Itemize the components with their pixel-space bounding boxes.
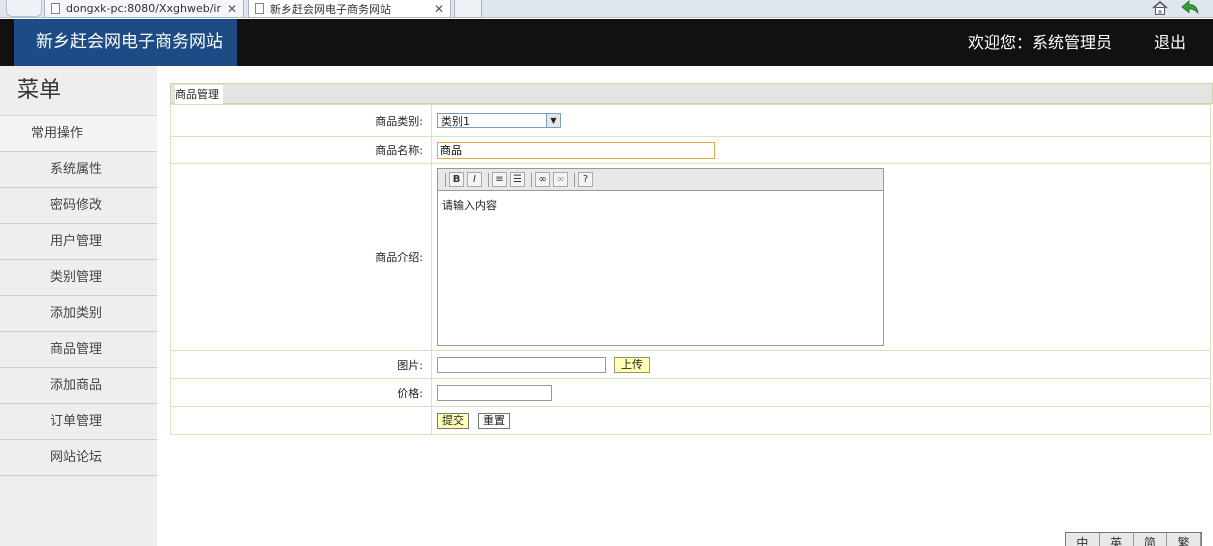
browser-tab-label: 新乡赶会网电子商务网站 <box>270 2 391 16</box>
name-label: 商品名称: <box>170 136 432 164</box>
description-label: 商品介绍: <box>170 163 432 351</box>
sidebar-item-system-properties[interactable]: 系统属性 <box>0 152 157 188</box>
form-row-description: 商品介绍: B I ≡ ☰ ∞ ∞ ? 请输入内容 <box>170 163 1211 351</box>
image-path-input[interactable] <box>437 356 606 373</box>
sidebar-item-order-management[interactable]: 订单管理 <box>0 404 157 440</box>
form-row-image: 图片: 上传 <box>170 350 1211 379</box>
lang-option-en[interactable]: 英 <box>1100 533 1134 546</box>
editor-content[interactable]: 请输入内容 <box>438 191 883 219</box>
menu-title: 菜单 <box>0 66 157 116</box>
browser-tab-blank[interactable] <box>6 0 42 17</box>
bold-icon[interactable]: B <box>449 172 464 187</box>
category-cell: 类别1 ▼ <box>431 104 1211 137</box>
panel-title-bar: 商品管理 <box>170 83 1213 104</box>
help-icon[interactable]: ? <box>578 172 593 187</box>
toolbar-divider <box>445 172 446 187</box>
unordered-list-icon[interactable]: ☰ <box>510 172 525 187</box>
page-icon <box>51 3 60 14</box>
lang-option-zh[interactable]: 中 <box>1066 533 1100 546</box>
browser-tab-1[interactable]: dongxk-pc:8080/Xxghweb/ir ✕ <box>44 0 244 18</box>
browser-tab-2[interactable]: 新乡赶会网电子商务网站 ✕ <box>248 0 451 18</box>
lang-option-simplified[interactable]: 简 <box>1134 533 1168 546</box>
back-arrow-icon[interactable] <box>1180 0 1200 15</box>
sidebar-item-category-management[interactable]: 类别管理 <box>0 260 157 296</box>
form-row-actions: 提交 重置 <box>170 406 1211 435</box>
new-tab-button[interactable] <box>454 0 482 18</box>
price-input[interactable] <box>437 384 552 401</box>
home-icon[interactable] <box>1152 1 1168 15</box>
sidebar-menu: 菜单 常用操作 系统属性 密码修改 用户管理 类别管理 添加类别 商品管理 添加… <box>0 66 157 546</box>
product-name-input[interactable] <box>437 141 715 159</box>
toolbar-divider <box>531 172 532 187</box>
description-cell: B I ≡ ☰ ∞ ∞ ? 请输入内容 <box>431 163 1211 351</box>
language-switcher: 中 英 简 繁 <box>1065 532 1202 546</box>
sidebar-item-user-management[interactable]: 用户管理 <box>0 224 157 260</box>
sidebar-item-product-management[interactable]: 商品管理 <box>0 332 157 368</box>
chevron-down-icon[interactable]: ▼ <box>546 114 560 127</box>
submit-button[interactable]: 提交 <box>437 412 469 429</box>
category-select-value: 类别1 <box>441 114 470 128</box>
lang-option-traditional[interactable]: 繁 <box>1167 533 1201 546</box>
site-header: 新乡赶会网电子商务网站 欢迎您：系统管理员 退出 <box>0 19 1213 66</box>
image-cell: 上传 <box>431 350 1211 379</box>
site-logo[interactable]: 新乡赶会网电子商务网站 <box>14 19 237 66</box>
rich-text-editor[interactable]: B I ≡ ☰ ∞ ∞ ? 请输入内容 <box>437 168 884 346</box>
ordered-list-icon[interactable]: ≡ <box>492 172 507 187</box>
italic-icon[interactable]: I <box>467 172 482 187</box>
link-icon[interactable]: ∞ <box>535 172 550 187</box>
product-form: 商品类别: 类别1 ▼ 商品名称: 商品介绍: B I <box>170 104 1211 435</box>
actions-cell: 提交 重置 <box>431 406 1211 435</box>
category-label: 商品类别: <box>170 104 432 137</box>
logout-link[interactable]: 退出 <box>1154 19 1186 66</box>
price-label: 价格: <box>170 378 432 407</box>
browser-tab-label: dongxk-pc:8080/Xxghweb/ir <box>66 2 221 15</box>
form-row-price: 价格: <box>170 378 1211 407</box>
name-cell <box>431 136 1211 164</box>
form-row-category: 商品类别: 类别1 ▼ <box>170 104 1211 137</box>
tab-close-icon[interactable]: ✕ <box>221 2 237 16</box>
category-select[interactable]: 类别1 ▼ <box>437 113 561 128</box>
unlink-icon[interactable]: ∞ <box>553 172 568 187</box>
panel-title: 商品管理 <box>175 85 223 104</box>
browser-tab-bar: dongxk-pc:8080/Xxghweb/ir ✕ 新乡赶会网电子商务网站 … <box>0 0 1213 18</box>
main-content: 商品管理 商品类别: 类别1 ▼ 商品名称: 商品介绍: <box>170 83 1213 435</box>
toolbar-divider <box>488 172 489 187</box>
form-row-name: 商品名称: <box>170 136 1211 164</box>
welcome-text: 欢迎您：系统管理员 <box>968 33 1113 52</box>
menu-section-common[interactable]: 常用操作 <box>0 116 157 152</box>
sidebar-item-change-password[interactable]: 密码修改 <box>0 188 157 224</box>
editor-toolbar: B I ≡ ☰ ∞ ∞ ? <box>438 169 883 191</box>
sidebar-item-add-category[interactable]: 添加类别 <box>0 296 157 332</box>
image-label: 图片: <box>170 350 432 379</box>
sidebar-item-add-product[interactable]: 添加商品 <box>0 368 157 404</box>
price-cell <box>431 378 1211 407</box>
sidebar-item-forum[interactable]: 网站论坛 <box>0 440 157 476</box>
reset-button[interactable]: 重置 <box>478 412 510 429</box>
upload-button[interactable]: 上传 <box>614 356 650 373</box>
tab-close-icon[interactable]: ✕ <box>428 2 444 16</box>
page-icon <box>255 3 264 14</box>
actions-label-cell <box>170 406 432 435</box>
toolbar-divider <box>574 172 575 187</box>
